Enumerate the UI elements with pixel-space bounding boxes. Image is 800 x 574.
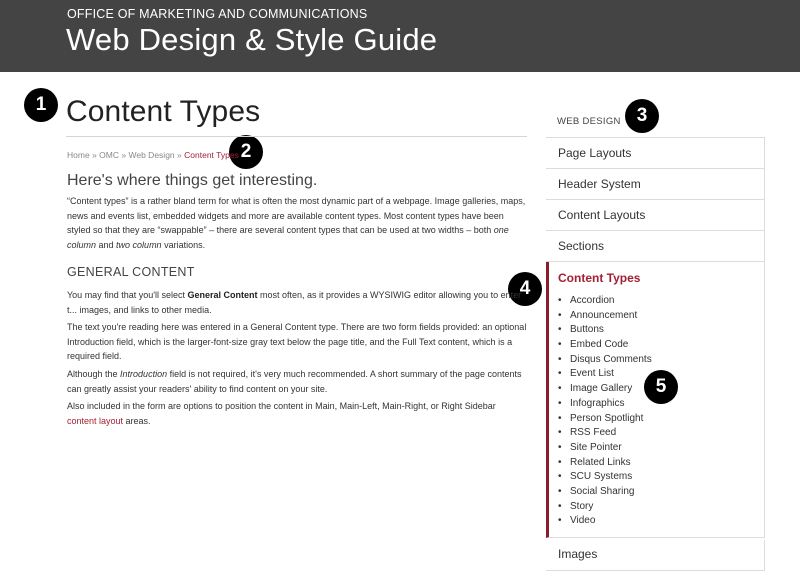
- content-types-submenu: Accordion Announcement Buttons Embed Cod…: [558, 294, 652, 529]
- content-layout-link[interactable]: content layout: [67, 416, 123, 426]
- paragraph-content-types: “Content types” is a rather bland term f…: [67, 196, 526, 250]
- submenu-item-buttons[interactable]: Buttons: [558, 323, 652, 338]
- submenu-item-scu-systems[interactable]: SCU Systems: [558, 470, 652, 485]
- breadcrumb-separator: »: [92, 150, 97, 160]
- submenu-item-related-links[interactable]: Related Links: [558, 456, 652, 471]
- submenu-item-social-sharing[interactable]: Social Sharing: [558, 485, 652, 500]
- submenu-item-announcement[interactable]: Announcement: [558, 309, 652, 324]
- breadcrumb-home[interactable]: Home: [67, 150, 90, 160]
- paragraph-introduction-field: Although the Introduction field is not r…: [67, 369, 522, 394]
- submenu-item-person-spotlight[interactable]: Person Spotlight: [558, 412, 652, 427]
- breadcrumb: Home » OMC » Web Design » Content Types: [67, 150, 239, 160]
- sidebar-item-header-system[interactable]: Header System: [546, 169, 765, 200]
- paragraph-general-content: You may find that you'll select General …: [67, 290, 522, 315]
- intro-text: Here's where things get interesting.: [67, 172, 318, 189]
- section-heading-general-content: GENERAL CONTENT: [67, 265, 195, 279]
- submenu-item-embed-code[interactable]: Embed Code: [558, 338, 652, 353]
- submenu-item-video[interactable]: Video: [558, 514, 652, 529]
- sidebar-item-page-layouts[interactable]: Page Layouts: [546, 138, 765, 169]
- sidebar-item-content-layouts[interactable]: Content Layouts: [546, 200, 765, 231]
- breadcrumb-web-design[interactable]: Web Design: [129, 150, 175, 160]
- main-content: Content Types: [66, 92, 527, 132]
- paragraph-layout-options: Also included in the form are options to…: [67, 401, 496, 426]
- paragraph-form-fields: The text you're reading here was entered…: [67, 322, 527, 361]
- breadcrumb-current: Content Types: [184, 150, 239, 160]
- breadcrumb-separator: »: [177, 150, 182, 160]
- sidebar-title: WEB DESIGN: [557, 116, 621, 127]
- submenu-item-rss-feed[interactable]: RSS Feed: [558, 426, 652, 441]
- sidebar-item-content-types[interactable]: Content Types: [558, 271, 640, 285]
- submenu-item-event-list[interactable]: Event List: [558, 367, 652, 382]
- sidebar-item-images[interactable]: Images: [546, 540, 765, 571]
- submenu-item-infographics[interactable]: Infographics: [558, 397, 652, 412]
- annotation-marker-1: 1: [24, 88, 58, 122]
- submenu-item-site-pointer[interactable]: Site Pointer: [558, 441, 652, 456]
- submenu-item-image-gallery[interactable]: Image Gallery: [558, 382, 652, 397]
- breadcrumb-separator: »: [121, 150, 127, 160]
- submenu-item-story[interactable]: Story: [558, 500, 652, 515]
- submenu-item-disqus-comments[interactable]: Disqus Comments: [558, 353, 652, 368]
- title-divider: [66, 136, 527, 137]
- sidebar-item-sections[interactable]: Sections: [546, 231, 765, 262]
- breadcrumb-omc[interactable]: OMC: [99, 150, 119, 160]
- page-title: Content Types: [66, 95, 261, 128]
- site-title[interactable]: Web Design & Style Guide: [66, 22, 437, 58]
- submenu-item-accordion[interactable]: Accordion: [558, 294, 652, 309]
- site-header: OFFICE OF MARKETING AND COMMUNICATIONS W…: [0, 0, 800, 72]
- annotation-marker-3: 3: [625, 99, 659, 133]
- office-name[interactable]: OFFICE OF MARKETING AND COMMUNICATIONS: [67, 7, 367, 21]
